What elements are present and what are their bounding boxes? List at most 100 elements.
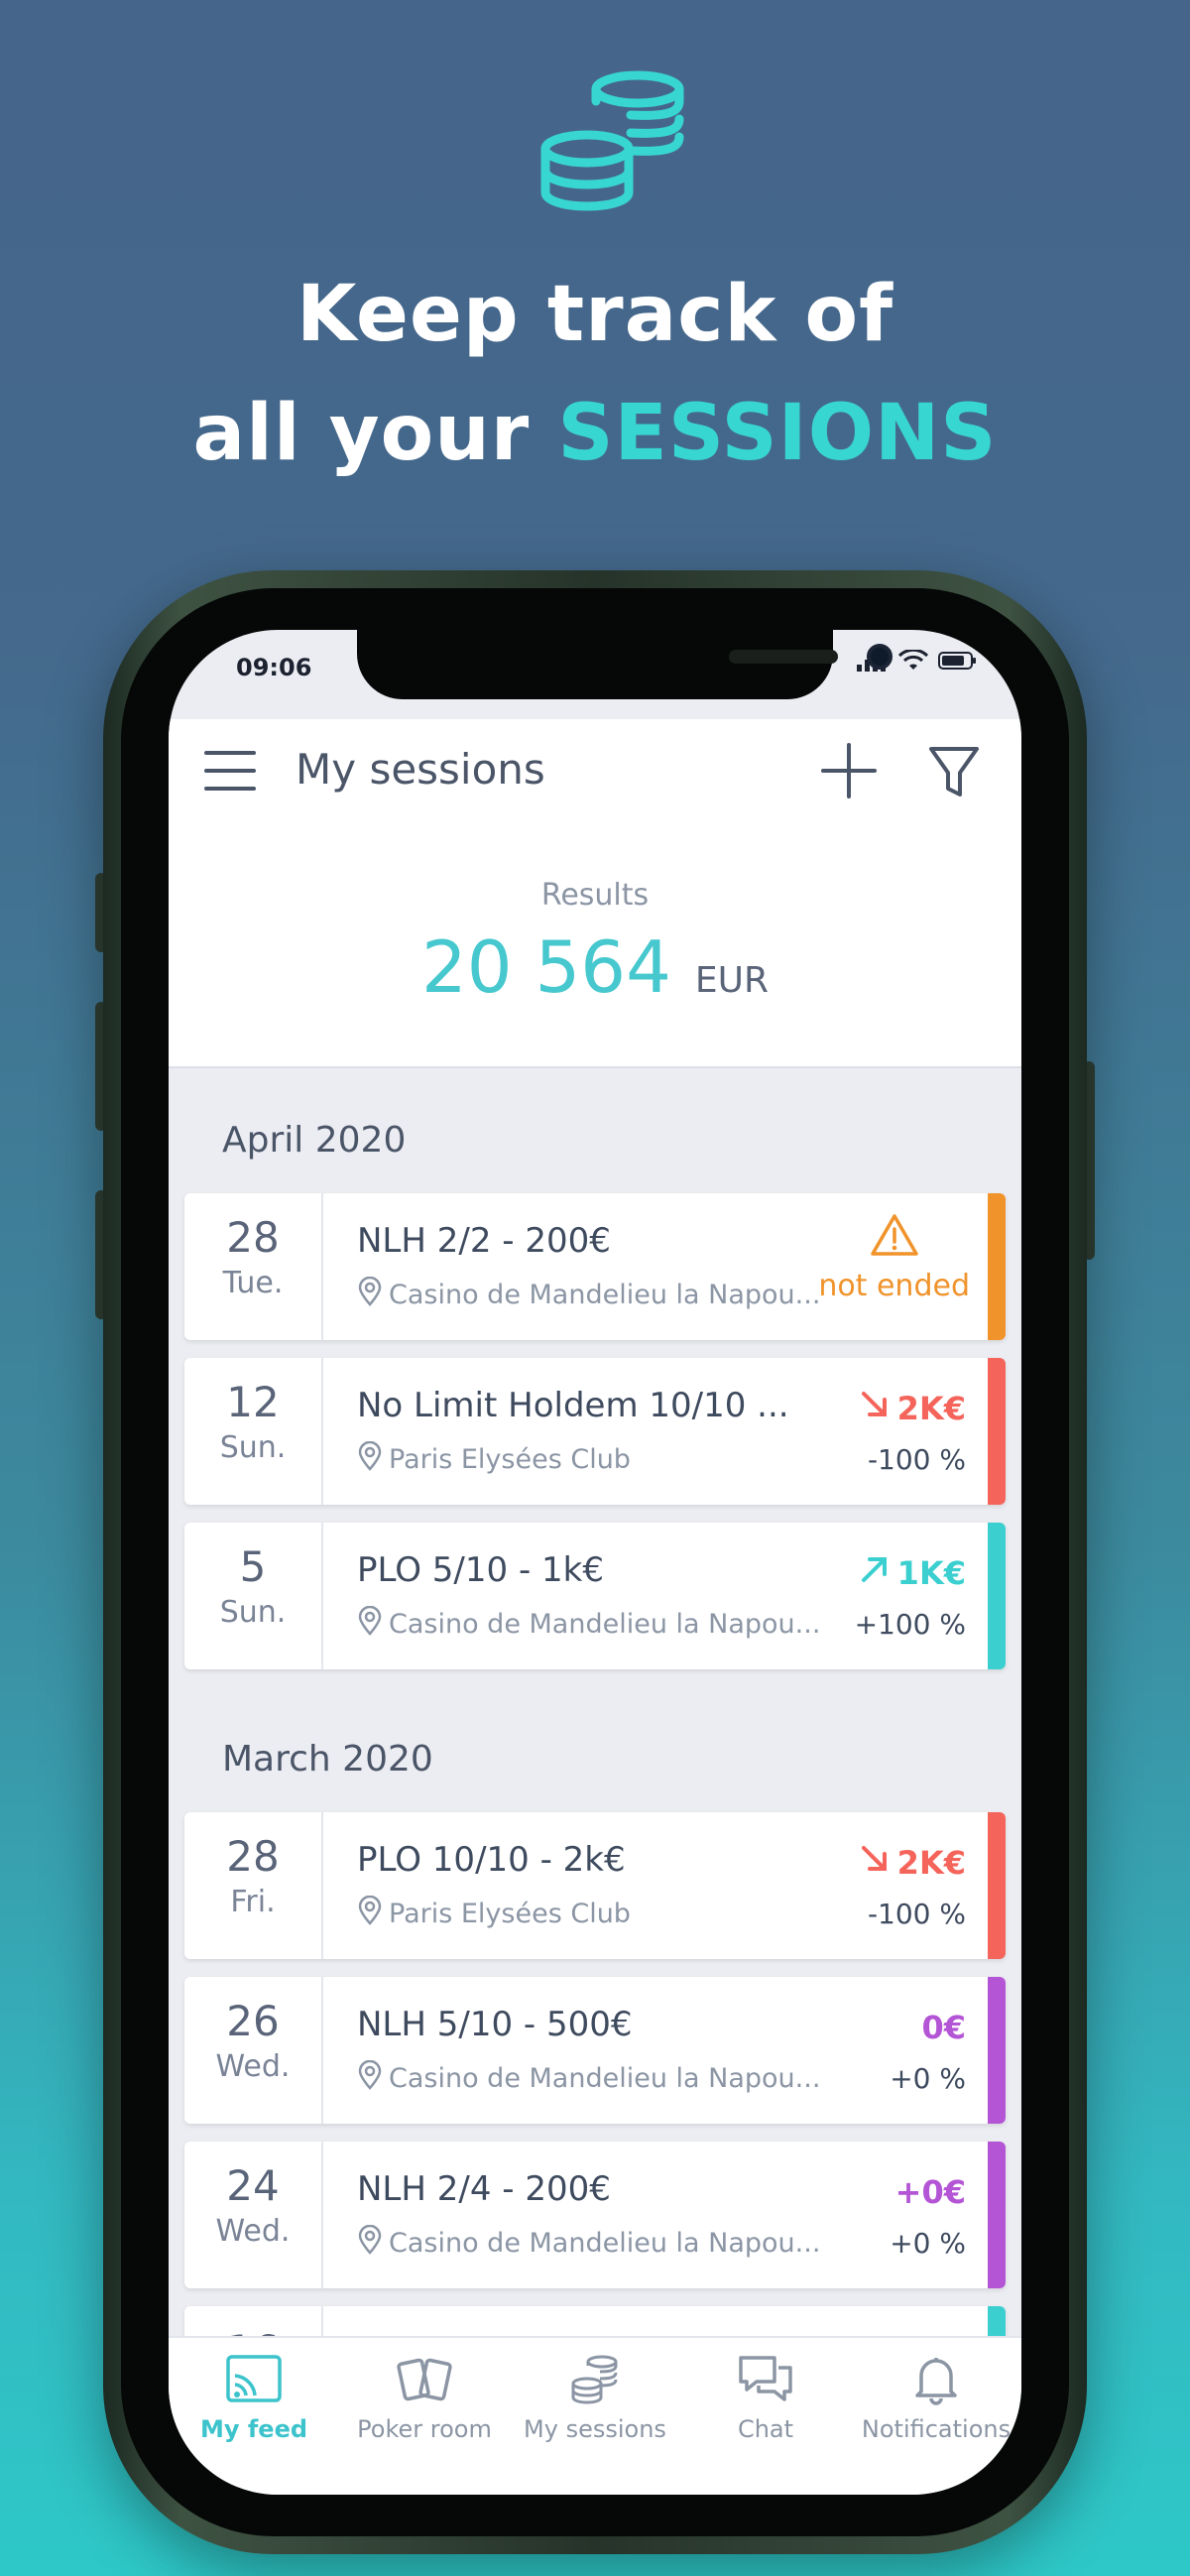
session-day: 24: [226, 2161, 280, 2210]
session-result: 1K€: [860, 1554, 966, 1592]
page-title: My sessions: [296, 745, 545, 794]
menu-icon[interactable]: [204, 749, 256, 793]
session-percent: +100 %: [854, 1608, 966, 1641]
location-pin-icon: [357, 1440, 383, 1478]
session-title: NLH 2/4 - 200€: [357, 2169, 611, 2209]
result-color-stripe: [988, 1193, 1006, 1340]
not-ended-indicator: not ended: [818, 1213, 970, 1303]
session-day: 5: [239, 1542, 267, 1591]
session-weekday: Tue.: [222, 1266, 284, 1300]
session-location: Casino de Mandelieu la Napou...: [357, 2059, 821, 2097]
session-result: 2K€: [860, 1390, 966, 1427]
session-place: Paris Elysées Club: [389, 1444, 631, 1475]
session-card[interactable]: 12 Sun. No Limit Holdem 10/10 ... Paris …: [184, 1358, 1006, 1505]
trend-down-icon: [860, 1844, 890, 1882]
location-pin-icon: [357, 2059, 383, 2097]
app-bar: My sessions: [169, 719, 1021, 828]
session-weekday: Sun.: [219, 1430, 287, 1465]
hero-line2-prefix: all your: [192, 389, 558, 478]
session-card[interactable]: 5 Sun. PLO 5/10 - 1k€ Casino de Mandelie…: [184, 1523, 1006, 1669]
results-summary: Results 20 564 EUR: [169, 828, 1021, 1068]
bottom-tab-bar: My feed Poker room My sessions Chat Noti…: [169, 2336, 1021, 2495]
session-percent: +0 %: [890, 2227, 966, 2260]
session-place: Casino de Mandelieu la Napou...: [389, 1609, 821, 1640]
session-amount: 2K€: [896, 1844, 966, 1882]
session-place: Paris Elysées Club: [389, 1899, 631, 1929]
status-time: 09:06: [236, 654, 312, 681]
tab-my-sessions[interactable]: My sessions: [510, 2338, 680, 2495]
session-day: 12: [226, 1378, 280, 1426]
coins-icon: [510, 2354, 680, 2405]
plus-icon[interactable]: [819, 741, 879, 800]
session-day: 28: [226, 1213, 280, 1262]
session-title: PLO 5/10 - 1k€: [357, 1550, 604, 1590]
session-result: 0€: [921, 2009, 966, 2046]
session-title: No Limit Holdem 10/10 ...: [357, 1386, 789, 1425]
session-place: Casino de Mandelieu la Napou...: [389, 1280, 821, 1310]
session-date: 28 Fri.: [184, 1812, 323, 1959]
results-label: Results: [540, 878, 650, 913]
location-pin-icon: [357, 1276, 383, 1313]
session-date: 28 Tue.: [184, 1193, 323, 1340]
session-day: 28: [226, 1832, 280, 1881]
bell-icon: [851, 2354, 1021, 2405]
session-weekday: Fri.: [230, 1885, 276, 1919]
session-place: Casino de Mandelieu la Napou...: [389, 2063, 821, 2094]
front-camera: [867, 644, 892, 670]
hero-headline-line2: all your SESSIONS: [0, 389, 1190, 478]
chat-icon: [680, 2354, 851, 2405]
result-color-stripe: [988, 1812, 1006, 1959]
session-card[interactable]: 28 Fri. PLO 10/10 - 2k€ Paris Elysées Cl…: [184, 1812, 1006, 1959]
session-percent: -100 %: [867, 1443, 966, 1476]
result-color-stripe: [988, 1977, 1006, 2124]
results-value: 20 564: [420, 925, 671, 1009]
session-weekday: Wed.: [215, 2214, 291, 2249]
session-title: NLH 5/10 - 500€: [357, 2005, 633, 2044]
filter-icon[interactable]: [928, 745, 980, 800]
session-date: 24 Wed.: [184, 2142, 323, 2288]
warning-icon: [870, 1214, 919, 1261]
tab-chat[interactable]: Chat: [680, 2338, 851, 2495]
tab-my-feed[interactable]: My feed: [169, 2338, 339, 2495]
session-date: 12 Sun.: [184, 1358, 323, 1505]
location-pin-icon: [357, 1895, 383, 1932]
session-weekday: Sun.: [219, 1595, 287, 1630]
session-title: NLH 2/2 - 200€: [357, 1221, 611, 1261]
session-title: PLO 10/10 - 2k€: [357, 1840, 626, 1880]
tab-poker-room[interactable]: Poker room: [339, 2338, 510, 2495]
session-weekday: Wed.: [215, 2049, 291, 2084]
session-location: Casino de Mandelieu la Napou...: [357, 1605, 821, 1643]
location-pin-icon: [357, 1605, 383, 1643]
trend-down-icon: [860, 1390, 890, 1427]
phone-screen: 09:06 My sessions Results 20 564 EUR Apr…: [169, 630, 1021, 2495]
battery-icon: [938, 652, 976, 670]
speaker-grille: [729, 650, 838, 664]
session-place: Casino de Mandelieu la Napou...: [389, 2228, 821, 2259]
tab-label: Poker room: [357, 2415, 492, 2443]
trend-up-icon: [860, 1554, 890, 1592]
session-card[interactable]: 24 Wed. NLH 2/4 - 200€ Casino de Mandeli…: [184, 2142, 1006, 2288]
cast-icon: [169, 2354, 339, 2405]
result-color-stripe: [988, 1523, 1006, 1669]
session-amount: +0€: [894, 2173, 966, 2211]
results-unit: EUR: [694, 960, 770, 1001]
session-location: Paris Elysées Club: [357, 1440, 631, 1478]
tab-notifications[interactable]: Notifications: [851, 2338, 1021, 2495]
location-pin-icon: [357, 2224, 383, 2262]
hero-headline-line1: Keep track of: [296, 270, 894, 359]
phone-notch: [357, 630, 892, 699]
result-color-stripe: [988, 1358, 1006, 1505]
session-list: April 2020 28 Tue. NLH 2/2 - 200€ Casino…: [169, 1068, 1021, 2471]
coins-stack-icon: [540, 70, 684, 211]
tab-label: Chat: [737, 2415, 794, 2443]
session-status: not ended: [818, 1269, 970, 1303]
hero-line2-accent: SESSIONS: [557, 389, 998, 478]
session-card[interactable]: 28 Tue. NLH 2/2 - 200€ Casino de Mandeli…: [184, 1193, 1006, 1340]
session-card[interactable]: 26 Wed. NLH 5/10 - 500€ Casino de Mandel…: [184, 1977, 1006, 2124]
session-amount: 1K€: [896, 1554, 966, 1592]
tab-label: My sessions: [524, 2415, 666, 2443]
session-result: 2K€: [860, 1844, 966, 1882]
result-color-stripe: [988, 2142, 1006, 2288]
session-location: Casino de Mandelieu la Napou...: [357, 2224, 821, 2262]
session-result: +0€: [895, 2173, 966, 2211]
